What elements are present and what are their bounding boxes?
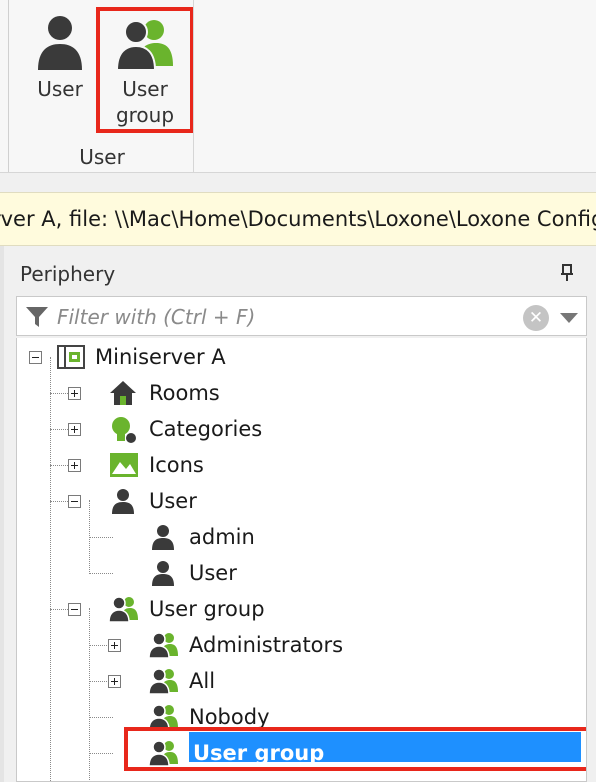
clear-filter-icon[interactable]: ✕ bbox=[523, 305, 549, 331]
expand-categories-toggle[interactable] bbox=[68, 423, 81, 436]
periphery-panel: Periphery ✕ bbox=[8, 246, 596, 782]
tree-item-label: Icons bbox=[149, 453, 204, 477]
filter-icon bbox=[26, 307, 48, 327]
tree-item-miniserver[interactable]: Miniserver A bbox=[57, 340, 357, 374]
tree-item-label: User bbox=[149, 489, 197, 513]
tree-line bbox=[89, 573, 113, 574]
user-icon bbox=[152, 525, 174, 550]
expand-all-toggle[interactable] bbox=[108, 675, 121, 688]
user-group-icon bbox=[116, 20, 173, 70]
user-group-icon bbox=[149, 632, 178, 658]
tree-line bbox=[89, 608, 90, 781]
expand-rooms-toggle[interactable] bbox=[68, 387, 81, 400]
tree-item-administrators[interactable]: Administrators bbox=[137, 628, 437, 662]
tree-item-label: Miniserver A bbox=[95, 345, 226, 369]
filter-input[interactable] bbox=[55, 301, 499, 333]
filter-dropdown-arrow-icon[interactable] bbox=[560, 313, 578, 323]
tree-item-label: User bbox=[189, 561, 237, 585]
left-dock-strip bbox=[0, 246, 4, 782]
tree-line bbox=[50, 357, 51, 781]
add-user-button[interactable]: User bbox=[28, 14, 92, 102]
add-user-label: User bbox=[37, 77, 83, 101]
tree-line bbox=[89, 753, 113, 754]
tree-line bbox=[89, 717, 113, 718]
tree-line bbox=[89, 500, 90, 572]
miniserver-icon bbox=[57, 345, 85, 369]
pin-icon[interactable] bbox=[560, 264, 574, 286]
tree-item-user-group[interactable]: User group bbox=[97, 592, 397, 626]
tree-item-user[interactable]: User bbox=[97, 484, 397, 518]
user-icon bbox=[112, 489, 134, 514]
ribbon-group-caption: User bbox=[79, 145, 125, 169]
ribbon: User User group User bbox=[0, 0, 596, 173]
tree-item-rooms[interactable]: Rooms bbox=[97, 376, 397, 410]
periphery-tree: Miniserver A Rooms Categories Icons User… bbox=[16, 338, 587, 782]
tree-item-label: All bbox=[189, 669, 216, 693]
user-group-icon bbox=[149, 668, 178, 694]
tree-item-admin[interactable]: admin bbox=[137, 520, 437, 554]
file-status-bar: rver A, file: \\Mac\Home\Documents\Loxon… bbox=[0, 192, 596, 246]
user-icon bbox=[38, 16, 82, 70]
periphery-title: Periphery bbox=[20, 262, 116, 286]
highlight-outline bbox=[124, 727, 586, 771]
add-user-group-button[interactable]: User group bbox=[96, 7, 194, 133]
tree-line bbox=[89, 537, 113, 538]
tree-item-user-account[interactable]: User bbox=[137, 556, 437, 590]
tree-item-label: Administrators bbox=[189, 633, 344, 657]
tree-item-label: Categories bbox=[149, 417, 263, 441]
expand-icons-toggle[interactable] bbox=[68, 459, 81, 472]
ribbon-left-edge bbox=[0, 0, 9, 172]
tree-item-label: User group bbox=[149, 597, 265, 621]
tree-item-all[interactable]: All bbox=[137, 664, 437, 698]
filter-box: ✕ bbox=[16, 296, 587, 336]
collapse-user-toggle[interactable] bbox=[68, 495, 81, 508]
expand-administrators-toggle[interactable] bbox=[108, 639, 121, 652]
house-icon bbox=[110, 381, 136, 405]
user-group-icon bbox=[109, 596, 138, 622]
add-user-group-label-line2: group bbox=[115, 103, 175, 127]
file-path-text: rver A, file: \\Mac\Home\Documents\Loxon… bbox=[0, 207, 596, 231]
ribbon-group-separator bbox=[193, 0, 194, 172]
tree-item-categories[interactable]: Categories bbox=[97, 412, 397, 446]
image-icon bbox=[110, 453, 138, 477]
tree-item-icons[interactable]: Icons bbox=[97, 448, 397, 482]
user-icon bbox=[152, 561, 174, 586]
add-user-group-label-line1: User bbox=[122, 77, 168, 101]
collapse-user-group-toggle[interactable] bbox=[68, 603, 81, 616]
tree-item-label: admin bbox=[189, 525, 255, 549]
tree-item-label: Rooms bbox=[149, 381, 220, 405]
lightbulb-icon bbox=[112, 417, 136, 443]
collapse-miniserver-toggle[interactable] bbox=[29, 351, 42, 364]
